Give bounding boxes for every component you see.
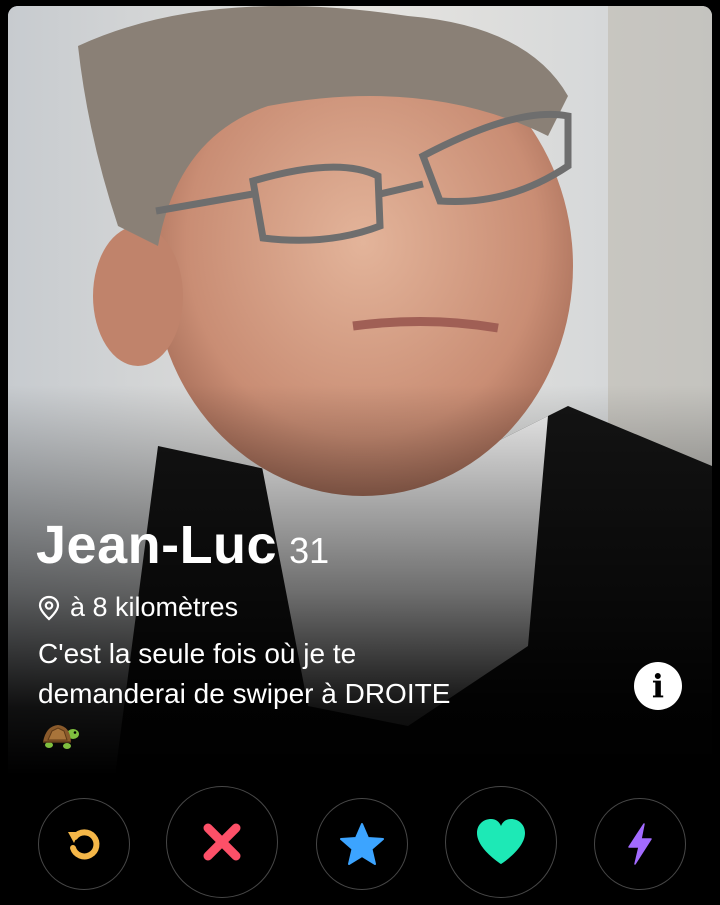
boost-button[interactable] (594, 798, 686, 890)
turtle-emoji (43, 725, 79, 749)
profile-bio: C'est la seule fois où je te demanderai … (38, 634, 598, 714)
profile-name: Jean-Luc (36, 515, 278, 575)
distance-text: à 8 kilomètres (70, 592, 239, 622)
name-age-row: Jean-Luc 31 (36, 514, 329, 576)
rewind-button[interactable] (38, 798, 130, 890)
star-icon (340, 823, 384, 865)
lightning-icon (628, 823, 652, 865)
profile-card[interactable]: Jean-Luc 31 à 8 kilomètres C'est la seule… (8, 6, 712, 905)
close-icon (203, 823, 241, 861)
heart-icon (477, 819, 525, 864)
nope-button[interactable] (166, 786, 278, 898)
bio-line: C'est la seule fois où je te (38, 638, 357, 669)
distance-row: à 8 kilomètres (38, 592, 238, 623)
location-pin-icon (38, 595, 60, 620)
rewind-icon (68, 829, 100, 860)
super-like-button[interactable] (316, 798, 408, 890)
info-button[interactable]: i (634, 662, 682, 710)
bio-line: demanderai de swiper à DROITE (38, 678, 451, 709)
like-button[interactable] (445, 786, 557, 898)
profile-age: 31 (289, 530, 330, 571)
